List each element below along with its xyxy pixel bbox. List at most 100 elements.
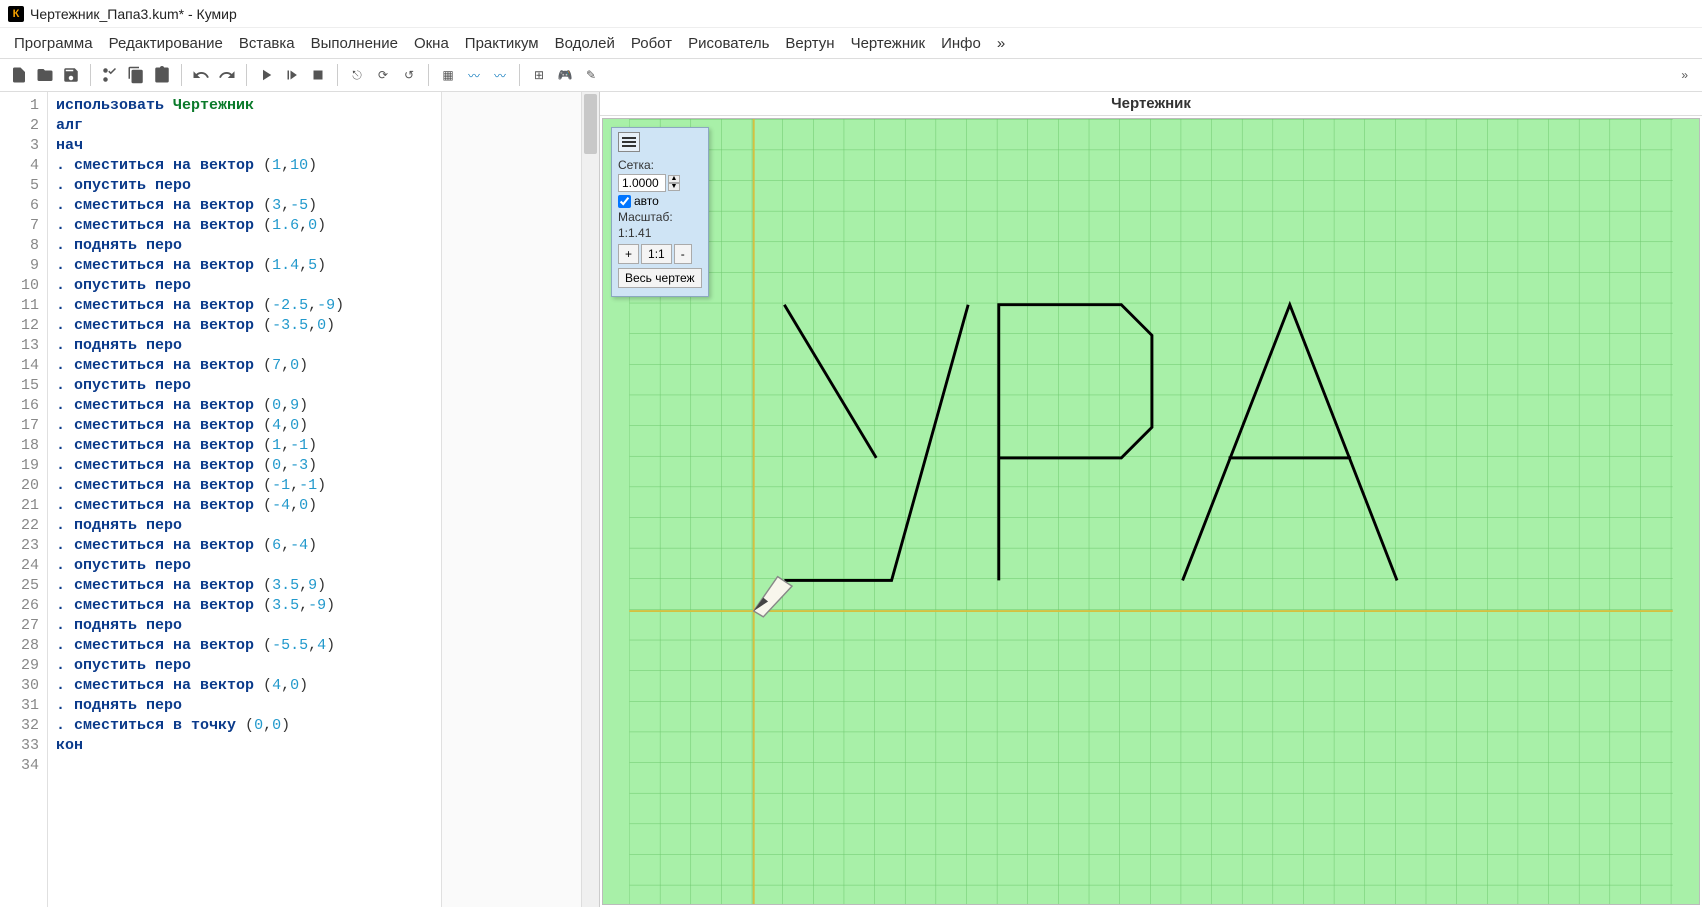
code-line[interactable]: алг — [56, 116, 433, 136]
content-area: 1234567891011121314151617181920212223242… — [0, 92, 1702, 907]
redo-icon[interactable] — [216, 64, 238, 86]
canvas[interactable]: Сетка: ▲ ▼ авто Масштаб: 1:1.41 — [602, 118, 1700, 905]
editor-pane: 1234567891011121314151617181920212223242… — [0, 92, 600, 907]
menu-Программа[interactable]: Программа — [8, 31, 99, 56]
line-number: 20 — [0, 476, 47, 496]
line-number: 1 — [0, 96, 47, 116]
code-editor[interactable]: использовать Чертежникалгнач. сместиться… — [48, 92, 441, 907]
save-icon[interactable] — [60, 64, 82, 86]
separator — [519, 64, 520, 86]
tool-icon[interactable]: ✎ — [580, 64, 602, 86]
code-line[interactable]: . сместиться на вектор (-4,0) — [56, 496, 433, 516]
menu-Чертежник[interactable]: Чертежник — [845, 31, 932, 56]
line-number: 32 — [0, 716, 47, 736]
code-line[interactable]: . сместиться на вектор (3.5,9) — [56, 576, 433, 596]
spinner-down-icon[interactable]: ▼ — [668, 183, 680, 191]
new-file-icon[interactable] — [8, 64, 30, 86]
tool-icon[interactable]: 🎮 — [554, 64, 576, 86]
zoom-reset-button[interactable]: 1:1 — [641, 244, 672, 264]
code-line[interactable]: . сместиться на вектор (0,-3) — [56, 456, 433, 476]
fit-all-button[interactable]: Весь чертеж — [618, 268, 702, 288]
menu-Редактирование[interactable]: Редактирование — [103, 31, 229, 56]
undo-icon[interactable] — [190, 64, 212, 86]
cut-icon[interactable] — [99, 64, 121, 86]
line-number: 15 — [0, 376, 47, 396]
code-line[interactable]: кон — [56, 736, 433, 756]
code-line[interactable]: . сместиться на вектор (1,-1) — [56, 436, 433, 456]
tool-icon[interactable]: ⟳ — [372, 64, 394, 86]
code-line[interactable]: . сместиться на вектор (-5.5,4) — [56, 636, 433, 656]
menu-Вставка[interactable]: Вставка — [233, 31, 301, 56]
grid-value-input[interactable] — [618, 174, 666, 192]
code-line[interactable]: . поднять перо — [56, 616, 433, 636]
vertical-scrollbar[interactable] — [581, 92, 599, 907]
draftsman-pane: Чертежник — [600, 92, 1702, 907]
code-line[interactable]: . поднять перо — [56, 336, 433, 356]
code-line[interactable]: . сместиться на вектор (1,10) — [56, 156, 433, 176]
scale-label: Масштаб: — [618, 210, 702, 224]
zoom-out-button[interactable]: - — [674, 244, 692, 264]
tool-icon[interactable]: 〰 — [463, 64, 485, 86]
code-line[interactable]: . сместиться на вектор (0,9) — [56, 396, 433, 416]
code-line[interactable]: . сместиться на вектор (-1,-1) — [56, 476, 433, 496]
tool-icon[interactable]: 〰 — [489, 64, 511, 86]
code-line[interactable]: использовать Чертежник — [56, 96, 433, 116]
toolbar-overflow-icon[interactable]: » — [1675, 68, 1694, 82]
stop-icon[interactable] — [307, 64, 329, 86]
code-line[interactable]: . опустить перо — [56, 276, 433, 296]
code-line[interactable] — [56, 756, 433, 776]
line-number: 6 — [0, 196, 47, 216]
menu-Инфо[interactable]: Инфо — [935, 31, 987, 56]
menu-»[interactable]: » — [991, 31, 1011, 56]
code-line[interactable]: . сместиться на вектор (3.5,-9) — [56, 596, 433, 616]
code-line[interactable]: . сместиться на вектор (1.4,5) — [56, 256, 433, 276]
code-line[interactable]: . сместиться на вектор (6,-4) — [56, 536, 433, 556]
line-number: 21 — [0, 496, 47, 516]
menu-Рисователь[interactable]: Рисователь — [682, 31, 775, 56]
code-line[interactable]: . сместиться на вектор (4,0) — [56, 676, 433, 696]
code-line[interactable]: . сместиться на вектор (7,0) — [56, 356, 433, 376]
separator — [246, 64, 247, 86]
menu-Выполнение[interactable]: Выполнение — [305, 31, 404, 56]
code-line[interactable]: . опустить перо — [56, 376, 433, 396]
tool-icon[interactable]: ⎋ — [346, 64, 368, 86]
menu-Вертун[interactable]: Вертун — [779, 31, 840, 56]
run-icon[interactable] — [255, 64, 277, 86]
code-line[interactable]: . сместиться на вектор (4,0) — [56, 416, 433, 436]
paste-icon[interactable] — [151, 64, 173, 86]
tool-icon[interactable]: ⊞ — [528, 64, 550, 86]
line-number: 27 — [0, 616, 47, 636]
panel-menu-icon[interactable] — [618, 132, 640, 152]
menu-Практикум[interactable]: Практикум — [459, 31, 545, 56]
auto-checkbox[interactable] — [618, 195, 631, 208]
menu-Окна[interactable]: Окна — [408, 31, 455, 56]
code-line[interactable]: . сместиться в точку (0,0) — [56, 716, 433, 736]
scrollbar-thumb[interactable] — [584, 94, 597, 154]
tool-icon[interactable]: ▦ — [437, 64, 459, 86]
step-icon[interactable] — [281, 64, 303, 86]
line-number: 9 — [0, 256, 47, 276]
code-line[interactable]: . поднять перо — [56, 696, 433, 716]
code-line[interactable]: . опустить перо — [56, 656, 433, 676]
menu-Робот[interactable]: Робот — [625, 31, 678, 56]
spinner-up-icon[interactable]: ▲ — [668, 175, 680, 183]
zoom-in-button[interactable]: + — [618, 244, 639, 264]
tool-icon[interactable]: ↺ — [398, 64, 420, 86]
code-line[interactable]: . опустить перо — [56, 556, 433, 576]
open-file-icon[interactable] — [34, 64, 56, 86]
line-number: 17 — [0, 416, 47, 436]
code-line[interactable]: . поднять перо — [56, 516, 433, 536]
code-line[interactable]: . сместиться на вектор (3,-5) — [56, 196, 433, 216]
code-line[interactable]: . сместиться на вектор (-3.5,0) — [56, 316, 433, 336]
code-line[interactable]: . сместиться на вектор (1.6,0) — [56, 216, 433, 236]
code-line[interactable]: нач — [56, 136, 433, 156]
line-number: 19 — [0, 456, 47, 476]
code-line[interactable]: . опустить перо — [56, 176, 433, 196]
grid-label: Сетка: — [618, 158, 702, 172]
copy-icon[interactable] — [125, 64, 147, 86]
line-number: 5 — [0, 176, 47, 196]
code-line[interactable]: . поднять перо — [56, 236, 433, 256]
code-line[interactable]: . сместиться на вектор (-2.5,-9) — [56, 296, 433, 316]
menu-Водолей[interactable]: Водолей — [549, 31, 621, 56]
menubar: ПрограммаРедактированиеВставкаВыполнение… — [0, 28, 1702, 58]
